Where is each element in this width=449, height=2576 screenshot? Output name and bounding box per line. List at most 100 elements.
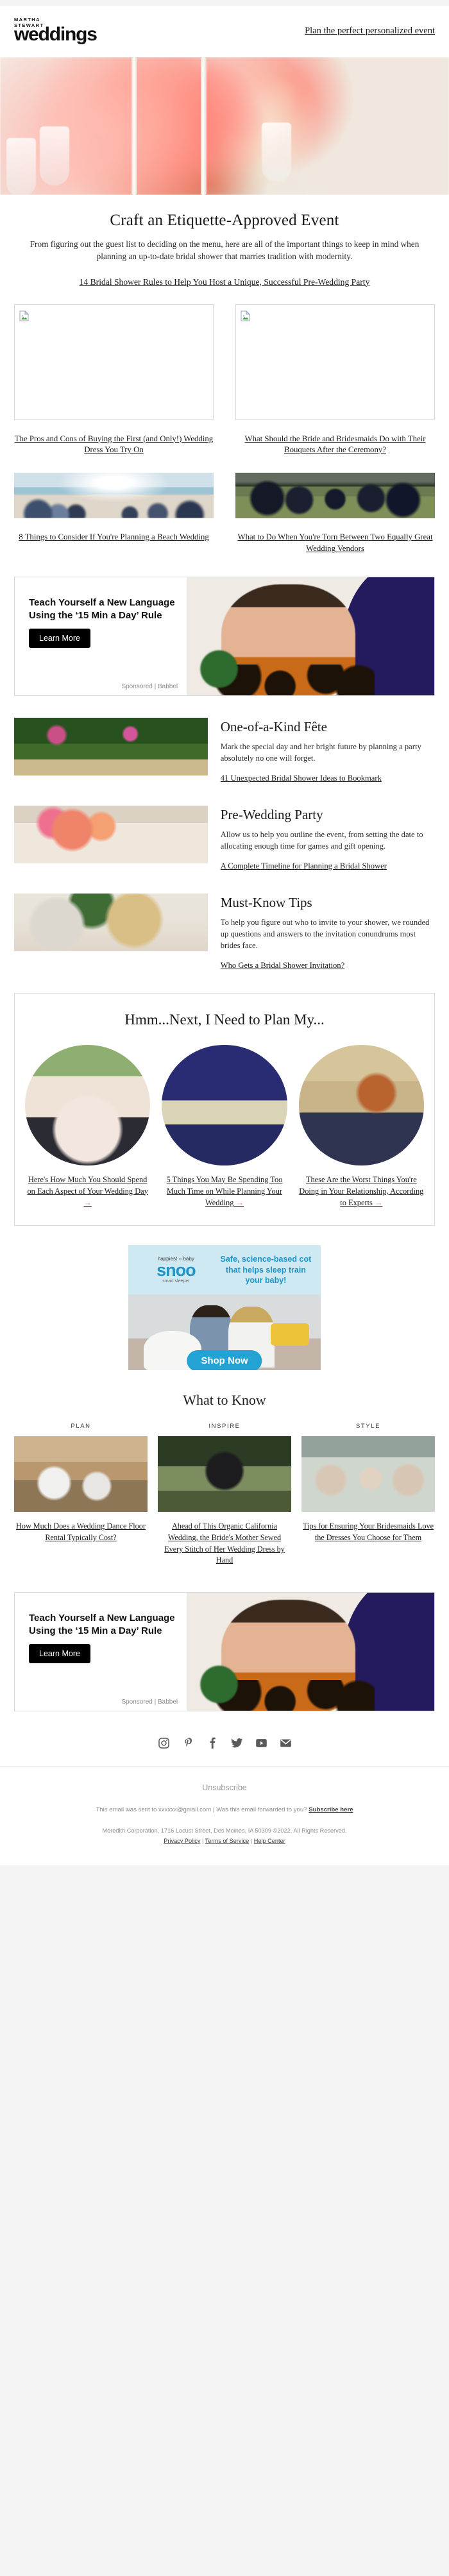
beach-wedding-photo[interactable] <box>14 473 214 519</box>
learn-more-button[interactable]: Learn More <box>29 1643 90 1663</box>
youtube-icon[interactable] <box>255 1737 267 1749</box>
hero-candle-right <box>201 57 207 195</box>
feature-row: Pre-Wedding Party Allow us to help you o… <box>0 784 449 872</box>
snoo-tagline: smart sleeper <box>162 1279 190 1284</box>
next-plan-item: These Are the Worst Things You're Doing … <box>298 1045 424 1209</box>
copyright-text: Meredith Corporation, 1716 Locust Street… <box>102 1827 347 1834</box>
brand-logo[interactable]: MARTHA STEWART weddings <box>14 17 97 44</box>
what-to-know-row: PLAN How Much Does a Wedding Dance Floor… <box>14 1423 435 1566</box>
top-strip <box>0 0 449 6</box>
feature-body: To help you figure out who to invite to … <box>220 918 430 950</box>
babbel-ad-image <box>187 577 434 696</box>
must-know-tips-photo[interactable] <box>14 894 208 952</box>
arrow-icon: → <box>83 1198 92 1207</box>
category-kicker-plan: PLAN <box>71 1423 91 1430</box>
what-to-know-item: INSPIRE Ahead of This Organic California… <box>158 1423 291 1566</box>
babbel-plant <box>191 636 246 691</box>
legal-links: Privacy Policy | Terms of Service | Help… <box>13 1836 436 1847</box>
bridesmaids-photo[interactable] <box>301 1436 435 1513</box>
broken-image-icon <box>19 310 29 321</box>
email-icon[interactable] <box>280 1737 292 1749</box>
hero-glass-1 <box>40 126 69 185</box>
next-plan-row: Here's How Much You Should Spend on Each… <box>25 1045 424 1208</box>
snoo-ad[interactable]: happiest ○ baby snoo smart sleeper Safe,… <box>128 1245 321 1371</box>
feature-link[interactable]: Who Gets a Bridal Shower Invitation? <box>221 961 344 970</box>
facebook-icon[interactable] <box>207 1737 219 1749</box>
feature-title: Must-Know Tips <box>220 895 312 911</box>
what-to-know-title: What to Know <box>183 1392 266 1409</box>
article-link[interactable]: What Should the Bride and Bridesmaids Do… <box>235 434 435 457</box>
relationship-circle-photo[interactable] <box>298 1045 424 1165</box>
next-plan-link[interactable]: 5 Things You May Be Spending Too Much Ti… <box>162 1174 287 1209</box>
article-link[interactable]: The Pros and Cons of Buying the First (a… <box>14 434 214 457</box>
legal-block: Meredith Corporation, 1716 Locust Street… <box>13 1826 436 1846</box>
hero-image <box>0 57 449 195</box>
page-title: Craft an Etiquette-Approved Event <box>110 212 339 229</box>
feature-row: Must-Know Tips To help you figure out wh… <box>0 872 449 971</box>
babbel-ad-image <box>187 1592 434 1711</box>
article-link[interactable]: What to Do When You're Torn Between Two … <box>235 532 435 555</box>
organic-wedding-photo[interactable] <box>158 1436 291 1513</box>
broken-image-placeholder <box>235 303 435 420</box>
babbel-headline: Teach Yourself a New Language Using the … <box>29 1612 175 1636</box>
next-plan-section: Hmm...Next, I Need to Plan My... Here's … <box>14 993 435 1226</box>
email-page: MARTHA STEWART weddings Plan the perfect… <box>0 0 449 1875</box>
feature-text: Must-Know Tips To help you figure out wh… <box>221 894 435 971</box>
sponsored-ad-snoo: happiest ○ baby snoo smart sleeper Safe,… <box>0 1226 449 1371</box>
next-plan-link-text: Here's How Much You Should Spend on Each… <box>27 1174 148 1196</box>
twitter-icon[interactable] <box>231 1737 243 1749</box>
what-to-know-section: What to Know PLAN How Much Does a Weddin… <box>0 1370 449 1566</box>
next-plan-item: Here's How Much You Should Spend on Each… <box>25 1045 151 1209</box>
feature-link[interactable]: A Complete Timeline for Planning a Brida… <box>221 861 387 870</box>
sponsored-ad-bottom: Teach Yourself a New Language Using the … <box>0 1566 449 1711</box>
lead-article-link[interactable]: 14 Bridal Shower Rules to Help You Host … <box>22 277 427 287</box>
feature-text: One-of-a-Kind Fête Mark the special day … <box>221 718 435 784</box>
article-grid-bottom: 8 Things to Consider If You're Planning … <box>0 456 449 555</box>
fete-photo[interactable] <box>14 718 208 776</box>
next-plan-item: 5 Things You May Be Spending Too Much Ti… <box>162 1045 287 1208</box>
help-center-link[interactable]: Help Center <box>254 1838 285 1844</box>
article-cell: What to Do When You're Torn Between Two … <box>235 473 435 555</box>
what-to-know-item: STYLE Tips for Ensuring Your Bridesmaids… <box>301 1423 435 1566</box>
next-plan-link-text: 5 Things You May Be Spending Too Much Ti… <box>166 1174 283 1207</box>
instagram-icon[interactable] <box>158 1737 170 1749</box>
couple-circle-photo[interactable] <box>25 1045 151 1165</box>
social-links <box>0 1711 449 1766</box>
bottom-strip <box>0 1865 449 1875</box>
subscribe-here-link[interactable]: Subscribe here <box>309 1806 353 1813</box>
babbel-headline: Teach Yourself a New Language Using the … <box>29 597 175 621</box>
header-promo-link[interactable]: Plan the perfect personalized event <box>305 26 435 37</box>
terms-of-service-link[interactable]: Terms of Service <box>205 1838 249 1844</box>
babbel-ad[interactable]: Teach Yourself a New Language Using the … <box>14 577 435 697</box>
reception-table-photo[interactable] <box>235 473 435 519</box>
snoo-logo: happiest ○ baby snoo smart sleeper <box>135 1256 217 1284</box>
pre-wedding-party-photo[interactable] <box>14 806 208 864</box>
email-footer: Unsubscribe This email was sent to xxxxx… <box>0 1767 449 1865</box>
next-plan-link[interactable]: These Are the Worst Things You're Doing … <box>299 1174 424 1209</box>
unsubscribe-link[interactable]: Unsubscribe <box>13 1783 436 1792</box>
what-to-know-link[interactable]: Ahead of This Organic California Wedding… <box>158 1521 291 1566</box>
article-grid-top: The Pros and Cons of Buying the First (a… <box>0 287 449 457</box>
what-to-know-item: PLAN How Much Does a Wedding Dance Floor… <box>14 1423 148 1566</box>
pinterest-icon[interactable] <box>182 1737 194 1749</box>
feature-link[interactable]: 41 Unexpected Bridal Shower Ideas to Boo… <box>221 774 382 783</box>
feature-title: Pre-Wedding Party <box>220 807 323 823</box>
sent-to-line: This email was sent to xxxxxx@gmail.com … <box>13 1806 436 1813</box>
logo-kicker-martha: MARTHA <box>14 17 40 22</box>
article-cell: The Pros and Cons of Buying the First (a… <box>14 303 214 457</box>
legal-separator: | <box>202 1837 204 1844</box>
intro-body: From figuring out the guest list to deci… <box>30 239 419 262</box>
snoo-headline: Safe, science-based cot that helps sleep… <box>220 1255 312 1285</box>
laptop-circle-photo[interactable] <box>162 1045 287 1165</box>
what-to-know-link[interactable]: How Much Does a Wedding Dance Floor Rent… <box>14 1521 148 1543</box>
shop-now-button[interactable]: Shop Now <box>187 1350 262 1371</box>
what-to-know-link[interactable]: Tips for Ensuring Your Bridesmaids Love … <box>301 1521 435 1543</box>
learn-more-button[interactable]: Learn More <box>29 628 90 648</box>
babbel-ad[interactable]: Teach Yourself a New Language Using the … <box>14 1591 435 1711</box>
babbel-sponsor-label: Sponsored | Babbel <box>121 1698 178 1706</box>
privacy-policy-link[interactable]: Privacy Policy <box>164 1838 200 1844</box>
next-plan-link[interactable]: Here's How Much You Should Spend on Each… <box>25 1174 150 1209</box>
dance-floor-photo[interactable] <box>14 1436 148 1513</box>
article-link[interactable]: 8 Things to Consider If You're Planning … <box>14 532 214 543</box>
article-cell: What Should the Bride and Bridesmaids Do… <box>235 303 435 457</box>
